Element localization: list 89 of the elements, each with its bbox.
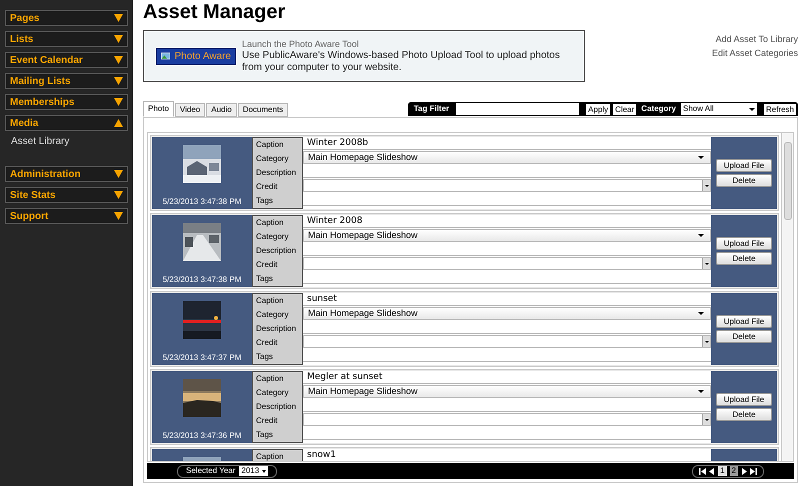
category-label: Category xyxy=(640,103,677,115)
delete-button[interactable]: Delete xyxy=(716,174,772,187)
field-label: Tags xyxy=(255,429,274,441)
field-label: Description xyxy=(255,245,298,257)
tab[interactable]: Photo xyxy=(143,101,174,117)
field-label: Description xyxy=(255,401,298,413)
credit-field[interactable] xyxy=(303,335,711,348)
sidebar-item[interactable]: Support xyxy=(5,208,128,224)
field-label: Category xyxy=(255,309,290,321)
field-label: Credit xyxy=(255,259,278,271)
delete-button[interactable]: Delete xyxy=(716,252,772,265)
scrollbar[interactable] xyxy=(781,133,793,461)
tag-filter-label: Tag Filter xyxy=(414,103,450,115)
dropdown-button[interactable] xyxy=(702,180,710,191)
field-label: Description xyxy=(255,167,298,179)
apply-button[interactable]: Apply xyxy=(586,104,610,114)
category-select[interactable]: Main Homepage Slideshow xyxy=(303,385,711,398)
tab[interactable]: Video xyxy=(174,103,206,117)
upload-date: 5/23/2013 3:47:38 PM xyxy=(162,274,242,286)
field-label: Description xyxy=(255,323,298,335)
field-label: Caption xyxy=(255,451,285,461)
input-field[interactable]: sunset xyxy=(303,293,711,306)
field-label: Tags xyxy=(255,351,274,363)
sidebar-item[interactable]: Pages xyxy=(5,10,128,26)
tab[interactable]: Audio xyxy=(206,103,237,117)
sidebar-item[interactable]: Mailing Lists xyxy=(5,73,128,89)
sidebar-item[interactable]: Lists xyxy=(5,31,128,47)
credit-field[interactable] xyxy=(303,413,711,426)
promo-heading: Launch the Photo Aware Tool xyxy=(242,38,360,50)
field-label: Tags xyxy=(255,195,274,207)
field-label: Category xyxy=(255,231,290,243)
field-label: Caption xyxy=(255,373,285,385)
sidebar-item[interactable]: Administration xyxy=(5,166,128,182)
tab[interactable]: Documents xyxy=(238,103,288,117)
action-link[interactable]: Edit Asset Categories xyxy=(712,46,798,60)
sidebar-item[interactable]: Memberships xyxy=(5,94,128,110)
upload-date: 5/23/2013 3:47:38 PM xyxy=(162,196,242,208)
category-filter-select[interactable]: Show All xyxy=(680,103,757,115)
category-select[interactable]: Main Homepage Slideshow xyxy=(303,307,711,320)
sidebar-item[interactable]: Media xyxy=(5,115,128,131)
dropdown-arrow-icon xyxy=(698,234,704,237)
dropdown-button[interactable] xyxy=(702,336,710,347)
sidebar-item[interactable]: Site Stats xyxy=(5,187,128,203)
field-label: Category xyxy=(255,153,290,165)
dropdown-arrow-icon xyxy=(698,312,704,315)
upload-date: 5/23/2013 3:47:37 PM xyxy=(162,352,242,364)
delete-button[interactable]: Delete xyxy=(716,330,772,343)
delete-button[interactable]: Delete xyxy=(716,408,772,421)
sidebar-subitem[interactable]: Asset Library xyxy=(5,131,128,161)
sidebar-item[interactable]: Event Calendar xyxy=(5,52,128,68)
credit-field[interactable] xyxy=(303,179,711,192)
input-field[interactable]: Winter 2008b xyxy=(303,137,711,150)
field-label: Tags xyxy=(255,273,274,285)
refresh-button[interactable]: Refresh xyxy=(764,104,796,114)
last-page-icon[interactable] xyxy=(750,468,757,474)
photo-icon xyxy=(161,51,170,61)
dropdown-button[interactable] xyxy=(702,258,710,269)
tag-filter-field[interactable] xyxy=(456,103,580,115)
dropdown-arrow-icon xyxy=(698,156,704,159)
previous-page-icon[interactable] xyxy=(709,468,716,474)
first-page-icon[interactable] xyxy=(699,468,706,474)
page-title: Asset Manager xyxy=(143,0,286,24)
promo-text: Use PublicAware's Windows-based Photo Upload Tool to upload photos from your computer to your website. xyxy=(242,50,561,74)
credit-field[interactable] xyxy=(303,257,711,270)
field-label: Category xyxy=(255,387,290,399)
category-select[interactable]: Main Homepage Slideshow xyxy=(303,229,711,242)
category-select[interactable]: Main Homepage Slideshow xyxy=(303,151,711,164)
dropdown-arrow-icon xyxy=(748,108,755,110)
input-field[interactable]: Megler at sunset xyxy=(303,371,711,384)
action-link[interactable]: Add Asset To Library xyxy=(716,32,798,46)
dropdown-button[interactable] xyxy=(702,414,710,425)
field-label: Credit xyxy=(255,181,278,193)
upload-button[interactable]: Upload File xyxy=(716,159,772,172)
dropdown-arrow-icon xyxy=(698,390,704,393)
clear-button[interactable]: Clear xyxy=(613,104,636,114)
upload-button[interactable]: Upload File xyxy=(716,315,772,328)
next-page-icon[interactable] xyxy=(741,468,747,474)
field-label: Credit xyxy=(255,415,278,427)
field-label: Caption xyxy=(255,139,285,151)
field-label: Credit xyxy=(255,337,278,349)
upload-button[interactable]: Upload File xyxy=(716,237,772,250)
field-label: Caption xyxy=(255,295,285,307)
input-field[interactable]: Winter 2008 xyxy=(303,215,711,228)
photo-aware-button[interactable]: Photo Aware xyxy=(156,48,236,64)
field-label: Caption xyxy=(255,217,285,229)
upload-button[interactable]: Upload File xyxy=(716,393,772,406)
page-number[interactable]: 1 xyxy=(718,466,727,476)
page-number[interactable]: 2 xyxy=(730,466,738,476)
upload-date: 5/23/2013 3:47:36 PM xyxy=(162,430,242,442)
